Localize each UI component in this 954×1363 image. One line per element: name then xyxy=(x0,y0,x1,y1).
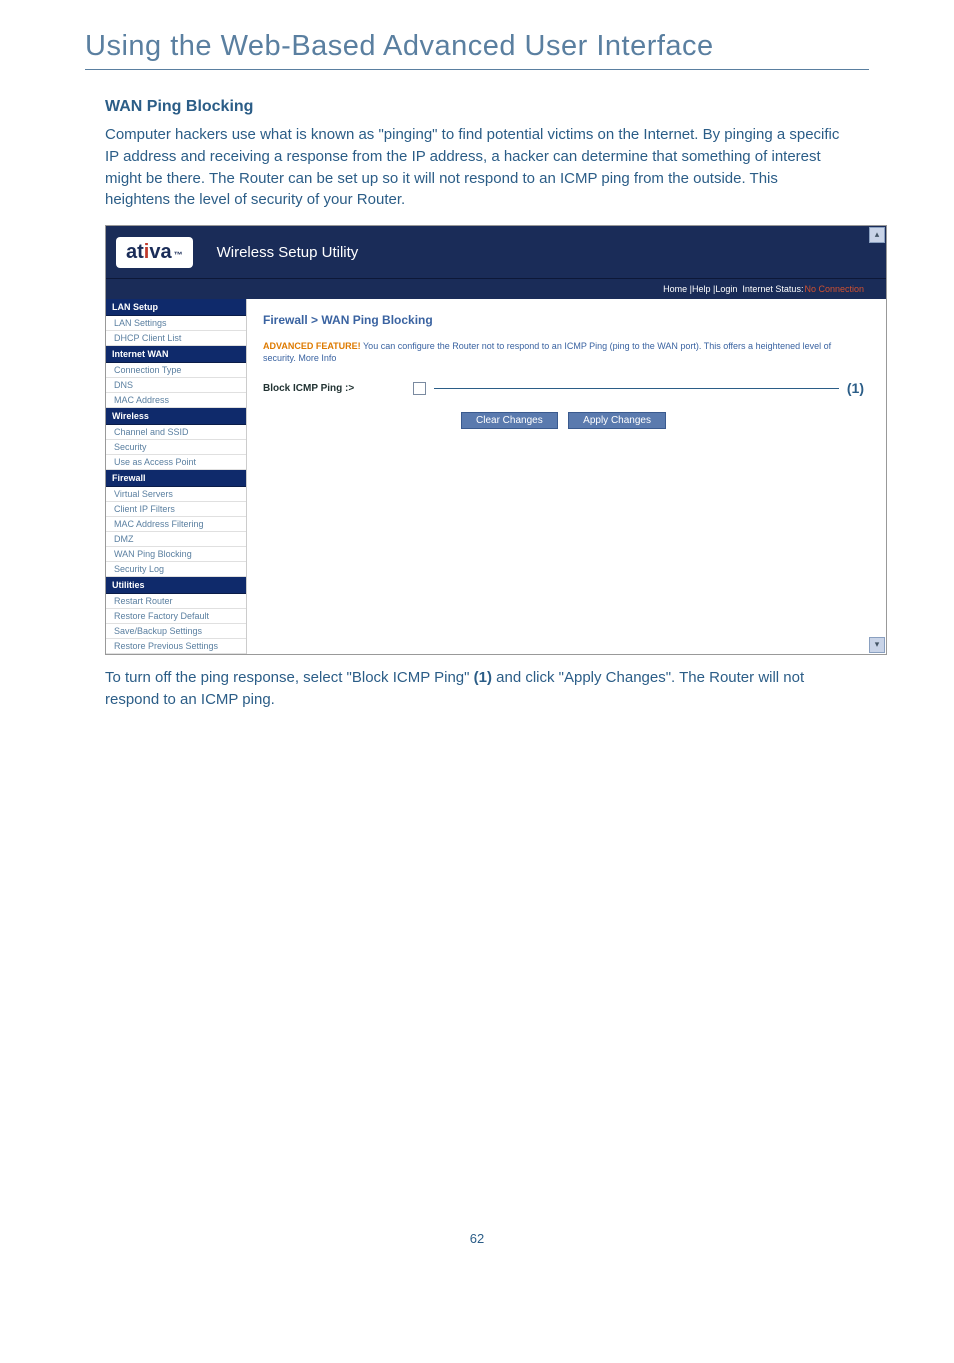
sidebar-item[interactable]: MAC Address Filtering xyxy=(106,517,246,532)
callout-line xyxy=(434,388,839,389)
sidebar-item[interactable]: Security xyxy=(106,440,246,455)
followup-paragraph: To turn off the ping response, select "B… xyxy=(105,667,845,711)
sidebar-item[interactable]: Restore Factory Default xyxy=(106,609,246,624)
sidebar-item[interactable]: Use as Access Point xyxy=(106,455,246,470)
followup-bold: (1) xyxy=(474,669,492,686)
main-panel: Firewall > WAN Ping Blocking ADVANCED FE… xyxy=(247,299,886,654)
sidebar-item[interactable]: Client IP Filters xyxy=(106,502,246,517)
sidebar-item[interactable]: DNS xyxy=(106,378,246,393)
sidebar-item[interactable]: Channel and SSID xyxy=(106,425,246,440)
page-title: Using the Web-Based Advanced User Interf… xyxy=(85,30,869,63)
topbar-links[interactable]: Home |Help |Login xyxy=(663,284,737,294)
sidebar-item[interactable]: WAN Ping Blocking xyxy=(106,547,246,562)
status-label: Internet Status: xyxy=(742,284,803,294)
sidebar-category: Firewall xyxy=(106,470,246,487)
clear-changes-button[interactable]: Clear Changes xyxy=(461,412,558,429)
callout-marker-1: (1) xyxy=(847,380,864,396)
sidebar-item[interactable]: Restore Previous Settings xyxy=(106,639,246,654)
app-header-title: Wireless Setup Utility xyxy=(217,244,359,261)
more-info-link[interactable]: More Info xyxy=(298,353,336,363)
sidebar-category: LAN Setup xyxy=(106,299,246,316)
sidebar-item[interactable]: Virtual Servers xyxy=(106,487,246,502)
sidebar-item[interactable]: DHCP Client List xyxy=(106,331,246,346)
logo-prefix: at xyxy=(126,241,144,264)
sidebar-item[interactable]: DMZ xyxy=(106,532,246,547)
scroll-up-icon[interactable]: ▴ xyxy=(869,227,885,243)
logo-suffix: va xyxy=(149,241,171,264)
page-number: 62 xyxy=(85,1231,869,1246)
sidebar-nav: LAN SetupLAN SettingsDHCP Client ListInt… xyxy=(106,299,247,654)
body-paragraph: Computer hackers use what is known as "p… xyxy=(105,124,845,211)
scroll-down-icon[interactable]: ▾ xyxy=(869,637,885,653)
sidebar-item[interactable]: LAN Settings xyxy=(106,316,246,331)
sidebar-item[interactable]: Security Log xyxy=(106,562,246,577)
adv-label: ADVANCED FEATURE! xyxy=(263,341,361,351)
breadcrumb: Firewall > WAN Ping Blocking xyxy=(263,313,864,327)
section-heading: WAN Ping Blocking xyxy=(105,98,869,116)
router-ui-screenshot: ▴ ativa™ Wireless Setup Utility Home |He… xyxy=(105,225,887,655)
block-icmp-label: Block ICMP Ping :> xyxy=(263,383,413,394)
apply-changes-button[interactable]: Apply Changes xyxy=(568,412,666,429)
sidebar-item[interactable]: Save/Backup Settings xyxy=(106,624,246,639)
title-rule xyxy=(85,69,869,70)
followup-pre: To turn off the ping response, select "B… xyxy=(105,669,474,686)
status-value: No Connection xyxy=(804,284,864,294)
sidebar-category: Utilities xyxy=(106,577,246,594)
trademark-icon: ™ xyxy=(174,250,183,260)
sidebar-category: Wireless xyxy=(106,408,246,425)
brand-logo: ativa™ xyxy=(116,237,193,268)
sidebar-category: Internet WAN xyxy=(106,346,246,363)
sidebar-item[interactable]: MAC Address xyxy=(106,393,246,408)
advanced-feature-note: ADVANCED FEATURE! You can configure the … xyxy=(263,341,864,364)
app-header: ativa™ Wireless Setup Utility xyxy=(106,226,886,278)
sidebar-item[interactable]: Connection Type xyxy=(106,363,246,378)
block-icmp-checkbox[interactable] xyxy=(413,382,426,395)
sidebar-item[interactable]: Restart Router xyxy=(106,594,246,609)
top-status-bar: Home |Help |Login Internet Status: No Co… xyxy=(106,278,886,299)
